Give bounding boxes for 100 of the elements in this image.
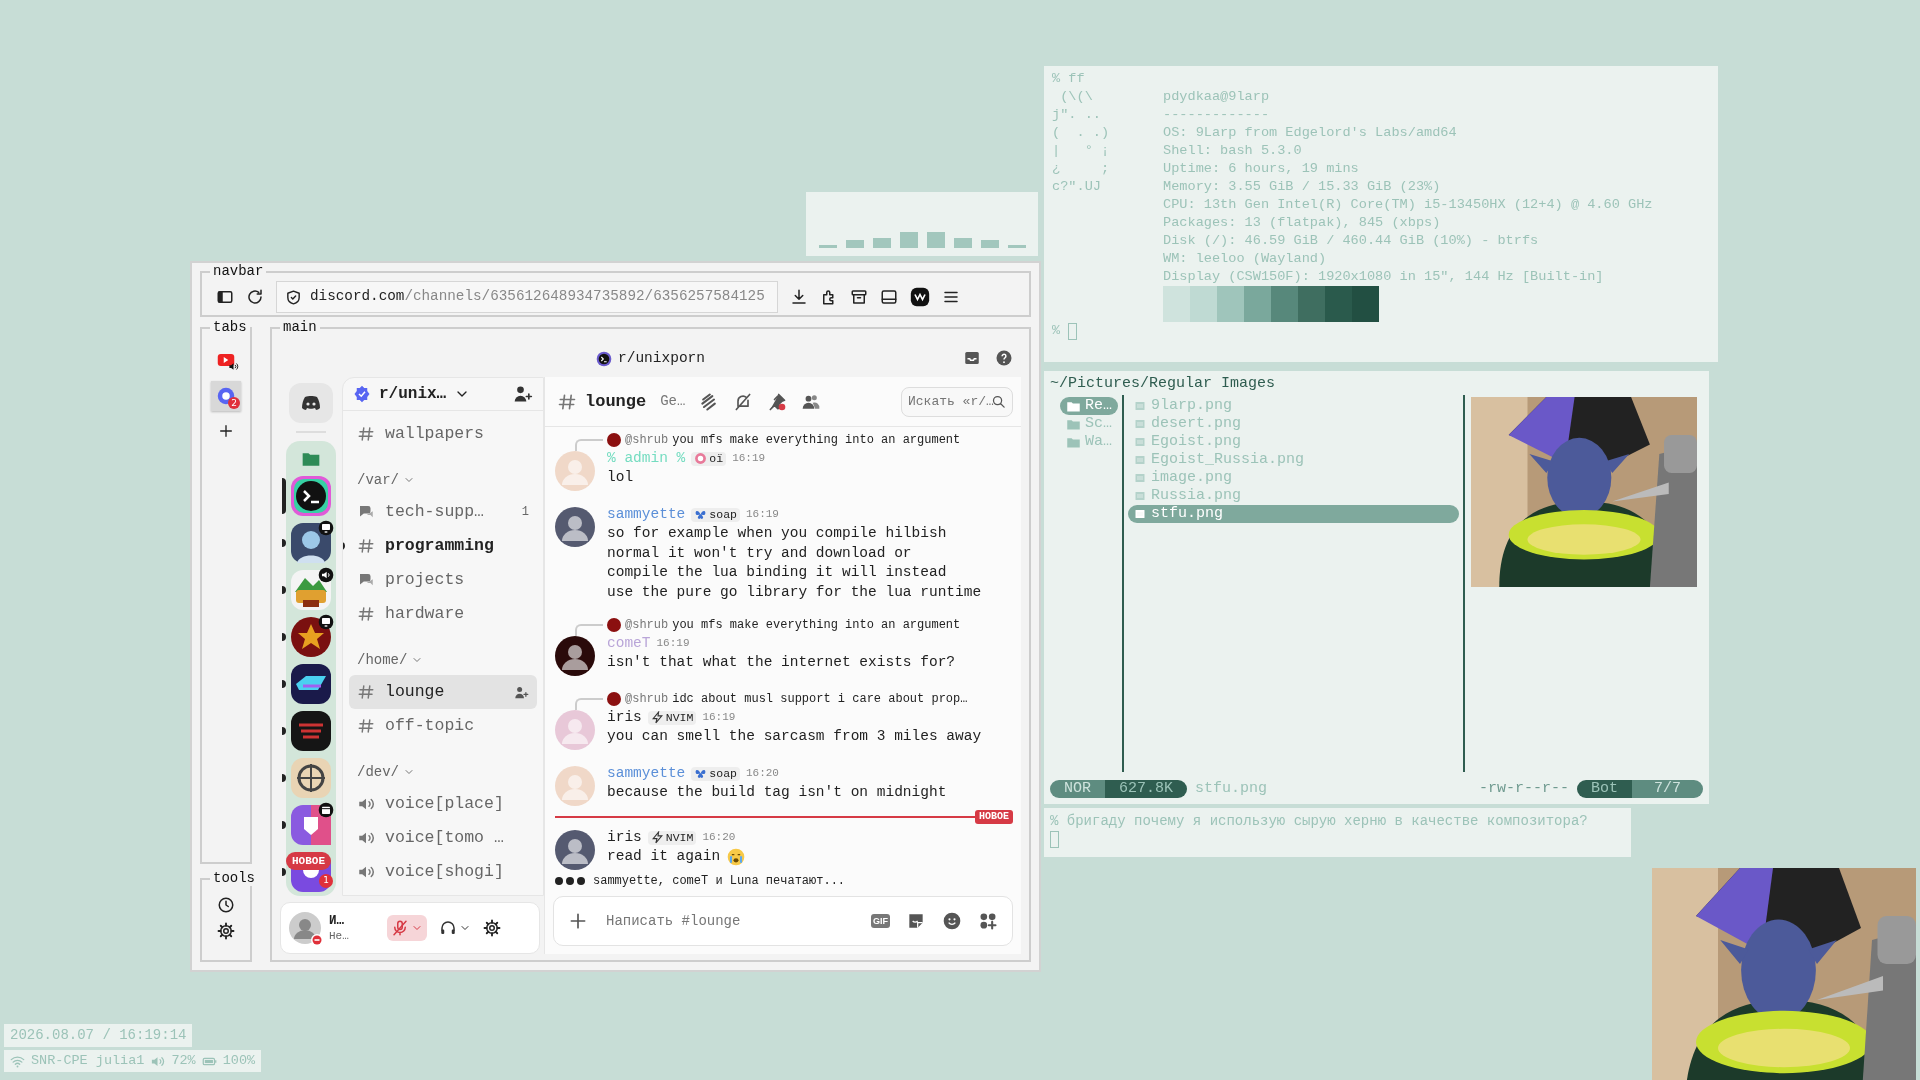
channel-item[interactable]: lounge bbox=[349, 675, 537, 709]
home-button[interactable] bbox=[289, 383, 333, 423]
mute-button[interactable] bbox=[387, 915, 427, 941]
badge-icon bbox=[694, 452, 708, 465]
emoji-button[interactable] bbox=[942, 911, 962, 931]
channel-item[interactable]: hardware bbox=[349, 597, 537, 631]
server-icon[interactable] bbox=[291, 523, 331, 563]
server-icon[interactable] bbox=[291, 570, 331, 610]
panel-button[interactable] bbox=[880, 288, 898, 306]
crying-face-icon bbox=[726, 847, 747, 867]
inbox-button[interactable] bbox=[963, 349, 981, 367]
avatar[interactable] bbox=[555, 830, 595, 870]
server-icon[interactable] bbox=[291, 758, 331, 798]
reply-author[interactable]: @shrub bbox=[625, 616, 669, 634]
address-bar[interactable]: discord.com/channels/635612648934735892/6356257584125 bbox=[276, 281, 778, 313]
search-icon bbox=[991, 394, 1006, 409]
hash-icon bbox=[357, 683, 375, 701]
reply-connector bbox=[575, 698, 603, 710]
role-tag[interactable]: soap bbox=[691, 507, 740, 522]
reply-author[interactable]: @shrub bbox=[625, 690, 669, 708]
host-name: pdydkaa@9larp bbox=[1163, 88, 1270, 106]
file-icon bbox=[1134, 508, 1146, 520]
channel-item[interactable]: voice[shogi] bbox=[349, 855, 537, 889]
user-name: И… bbox=[329, 913, 345, 929]
role-tag[interactable]: soap bbox=[691, 766, 740, 781]
apps-button[interactable] bbox=[978, 911, 998, 931]
browser-tab[interactable]: 2 bbox=[211, 381, 241, 411]
message-composer[interactable]: Написать #lounge GIF bbox=[553, 896, 1013, 946]
lightning-icon bbox=[650, 711, 664, 724]
channel-name: off-topic bbox=[385, 714, 475, 737]
reply-text[interactable]: idc about musl support i care about prop… bbox=[672, 690, 968, 708]
channel-name: programming bbox=[385, 534, 494, 557]
new-tab-button[interactable] bbox=[218, 423, 234, 439]
server-icon[interactable] bbox=[291, 476, 331, 516]
reload-button[interactable] bbox=[246, 288, 264, 306]
channel-item[interactable]: projects bbox=[349, 563, 537, 597]
channel-item[interactable]: wallpapers bbox=[349, 417, 537, 451]
ascii-art-line: c?".UJ bbox=[1052, 178, 1102, 196]
attach-button[interactable] bbox=[568, 911, 588, 931]
clock-text: 2026.08.07 / 16:19:14 bbox=[4, 1024, 193, 1047]
tab-icon bbox=[217, 387, 235, 405]
server-header[interactable]: r/unix… bbox=[343, 378, 543, 411]
invite-button[interactable] bbox=[513, 384, 533, 404]
speaker-icon bbox=[228, 361, 239, 372]
pins-button[interactable] bbox=[767, 391, 788, 412]
reply-author[interactable]: @shrub bbox=[625, 431, 669, 449]
reply-text[interactable]: you mfs make everything into an argument bbox=[672, 616, 961, 634]
sidebar-toggle-button[interactable] bbox=[216, 288, 234, 306]
server-icon[interactable] bbox=[291, 711, 331, 751]
category-header[interactable]: /home/ bbox=[349, 645, 537, 675]
role-tag[interactable]: oï bbox=[691, 451, 727, 466]
author-name[interactable]: iris bbox=[607, 706, 642, 729]
category-header[interactable]: /var/ bbox=[349, 465, 537, 495]
role-tag[interactable]: NVIM bbox=[647, 830, 697, 845]
author-name[interactable]: sammyette bbox=[607, 762, 686, 785]
channel-item[interactable]: programming bbox=[349, 529, 537, 563]
channel-item[interactable]: tech-supp… 1 bbox=[349, 495, 537, 529]
category-header[interactable]: /dev/ bbox=[349, 757, 537, 787]
user-status: Не… bbox=[329, 928, 350, 943]
shield-icon bbox=[285, 288, 302, 306]
help-button[interactable] bbox=[995, 349, 1013, 367]
author-name[interactable]: sammyette bbox=[607, 503, 686, 526]
author-name[interactable]: iris bbox=[607, 826, 642, 849]
sticker-button[interactable] bbox=[906, 911, 926, 931]
settings-button[interactable] bbox=[483, 919, 501, 937]
message-time: 16:19 bbox=[745, 507, 779, 523]
file-name: stfu.png bbox=[1195, 780, 1268, 798]
server-icon[interactable] bbox=[291, 664, 331, 704]
avatar[interactable] bbox=[555, 507, 595, 547]
channel-item[interactable]: voice[tomo … bbox=[349, 821, 537, 855]
message-time: 16:20 bbox=[745, 766, 779, 782]
file-icon bbox=[1134, 454, 1146, 466]
file-icon bbox=[1134, 400, 1146, 412]
channel-item[interactable]: voice[place] bbox=[349, 787, 537, 821]
app-button[interactable] bbox=[910, 287, 930, 307]
download-button[interactable] bbox=[790, 288, 808, 306]
screen-icon bbox=[318, 520, 334, 536]
archive-button[interactable] bbox=[850, 288, 868, 306]
hash-icon bbox=[557, 391, 577, 412]
file-icon bbox=[1134, 436, 1146, 448]
category-name: /dev/ bbox=[357, 762, 399, 782]
server-icon[interactable] bbox=[291, 617, 331, 657]
info-line: CPU: 13th Gen Intel(R) Core(TM) i5-13450HX (12+4) @ 4.60 GHz bbox=[1163, 196, 1653, 214]
server-icon[interactable] bbox=[291, 805, 331, 845]
new-messages-pill[interactable]: НОВОЕ bbox=[286, 852, 331, 870]
dnd-status-icon bbox=[311, 934, 323, 946]
calendar-icon bbox=[318, 802, 334, 818]
server-title: r/unixporn bbox=[618, 349, 705, 369]
channel-item[interactable]: off-topic bbox=[349, 709, 537, 743]
gif-button[interactable]: GIF bbox=[871, 914, 890, 928]
reply-text[interactable]: you mfs make everything into an argument bbox=[672, 431, 961, 449]
search-field[interactable]: Искать «r/… bbox=[901, 386, 1013, 417]
lightning-icon bbox=[650, 831, 664, 844]
settings-button[interactable] bbox=[217, 922, 235, 940]
role-tag[interactable]: NVIM bbox=[647, 710, 697, 725]
notifications-button[interactable] bbox=[733, 391, 754, 412]
message-time: 16:19 bbox=[702, 710, 736, 726]
channel-name: wallpapers bbox=[385, 422, 485, 445]
avatar[interactable] bbox=[555, 636, 595, 676]
history-button[interactable] bbox=[217, 896, 235, 914]
